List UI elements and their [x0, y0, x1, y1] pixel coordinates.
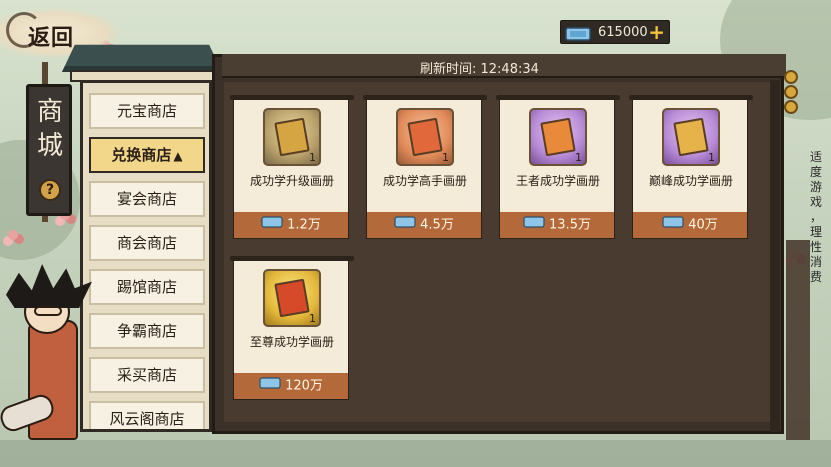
yellow-book-icon: 1: [263, 269, 321, 327]
coin-icon: [784, 85, 798, 99]
item-price: 1.2万: [287, 217, 321, 233]
book-icon: [274, 117, 310, 157]
shop-banner: 商 城 ?: [26, 84, 72, 216]
ticket-icon: [261, 212, 283, 238]
currency-amount: 615000: [598, 25, 648, 40]
price-button[interactable]: 1.2万: [234, 212, 348, 238]
item-price: 4.5万: [420, 217, 454, 233]
character-glasses: [34, 306, 62, 316]
item-price: 40万: [688, 217, 718, 233]
item-price: 120万: [285, 378, 323, 394]
item-quantity: 1: [575, 151, 582, 164]
ticket-icon: [259, 373, 281, 399]
item-name: 王者成功学画册: [515, 174, 600, 188]
category-list: 元宝商店 兑换商店 ▲ 宴会商店 商会商店 踢馆商店 争霸商店 采买商店 风云阁商…: [80, 80, 212, 432]
category-label: 兑换商店: [111, 146, 172, 164]
price-button[interactable]: 40万: [633, 212, 747, 238]
scroll-rod: [496, 95, 620, 100]
shop-item[interactable]: 1 成功学高手画册 4.5万: [363, 95, 487, 239]
frame-post: [770, 80, 780, 432]
item-price: 13.5万: [549, 217, 591, 233]
price-button[interactable]: 13.5万: [500, 212, 614, 238]
shop-item[interactable]: 1 巅峰成功学画册 40万: [629, 95, 753, 239]
help-icon[interactable]: ?: [39, 179, 61, 201]
book-icon: [407, 117, 443, 157]
category-contest-shop[interactable]: 争霸商店: [89, 313, 205, 349]
item-quantity: 1: [442, 151, 449, 164]
back-label: 返回: [28, 25, 75, 51]
slogan-line: 理性消费: [809, 225, 822, 284]
category-banquet-shop[interactable]: 宴会商店: [89, 181, 205, 217]
item-quantity: 1: [309, 312, 316, 325]
item-name: 成功学升级画册: [249, 174, 334, 188]
shop-item[interactable]: 1 成功学升级画册 1.2万: [230, 95, 354, 239]
slogan-line: 适度游戏: [809, 150, 822, 209]
gold-book-icon: 1: [263, 108, 321, 166]
item-quantity: 1: [309, 151, 316, 164]
ticket-icon: [523, 212, 545, 238]
category-exchange-shop[interactable]: 兑换商店 ▲: [89, 137, 205, 173]
add-currency-button[interactable]: +: [648, 20, 665, 44]
banner-title-char: 商: [36, 97, 63, 127]
ticket-icon: [565, 26, 591, 45]
ground: [0, 440, 831, 467]
shop-item[interactable]: 1 至尊成功学画册 120万: [230, 256, 354, 400]
purple-book-icon: 1: [662, 108, 720, 166]
price-button[interactable]: 120万: [234, 373, 348, 399]
blossom-decoration: [8, 230, 18, 240]
currency-display: 615000 +: [560, 20, 670, 44]
orange-book-icon: 1: [396, 108, 454, 166]
coin-icon: [784, 70, 798, 84]
scroll-rod: [629, 95, 753, 100]
item-name: 成功学高手画册: [382, 174, 467, 188]
category-purchase-shop[interactable]: 采买商店: [89, 357, 205, 393]
item-quantity: 1: [708, 151, 715, 164]
banner-title-char: 城: [36, 131, 63, 161]
category-yuanbao-shop[interactable]: 元宝商店: [89, 93, 205, 129]
book-icon: [673, 117, 709, 157]
refresh-timer: 刷新时间: 12:48:34: [420, 62, 539, 77]
slogan-line: ，: [809, 210, 822, 224]
price-button[interactable]: 4.5万: [367, 212, 481, 238]
scroll-rod: [230, 256, 354, 261]
ticket-icon: [662, 212, 684, 238]
purple-book-icon: 1: [529, 108, 587, 166]
item-name: 至尊成功学画册: [249, 335, 334, 349]
health-slogan: 适度游戏 ， 理性消费: [806, 150, 826, 285]
category-guild-shop[interactable]: 商会商店: [89, 225, 205, 261]
scroll-rod: [230, 95, 354, 100]
book-icon: [274, 278, 310, 318]
scroll-rod: [363, 95, 487, 100]
category-challenge-shop[interactable]: 踢馆商店: [89, 269, 205, 305]
shop-item[interactable]: 1 王者成功学画册 13.5万: [496, 95, 620, 239]
book-icon: [540, 117, 576, 157]
coin-string-decoration: [784, 70, 798, 130]
item-name: 巅峰成功学画册: [648, 174, 733, 188]
ticket-icon: [394, 212, 416, 238]
collapse-arrow-icon: ▲: [173, 149, 183, 163]
coin-icon: [784, 100, 798, 114]
category-fengyun-shop[interactable]: 风云阁商店: [89, 401, 205, 429]
banner-title: 商 城: [35, 95, 65, 163]
